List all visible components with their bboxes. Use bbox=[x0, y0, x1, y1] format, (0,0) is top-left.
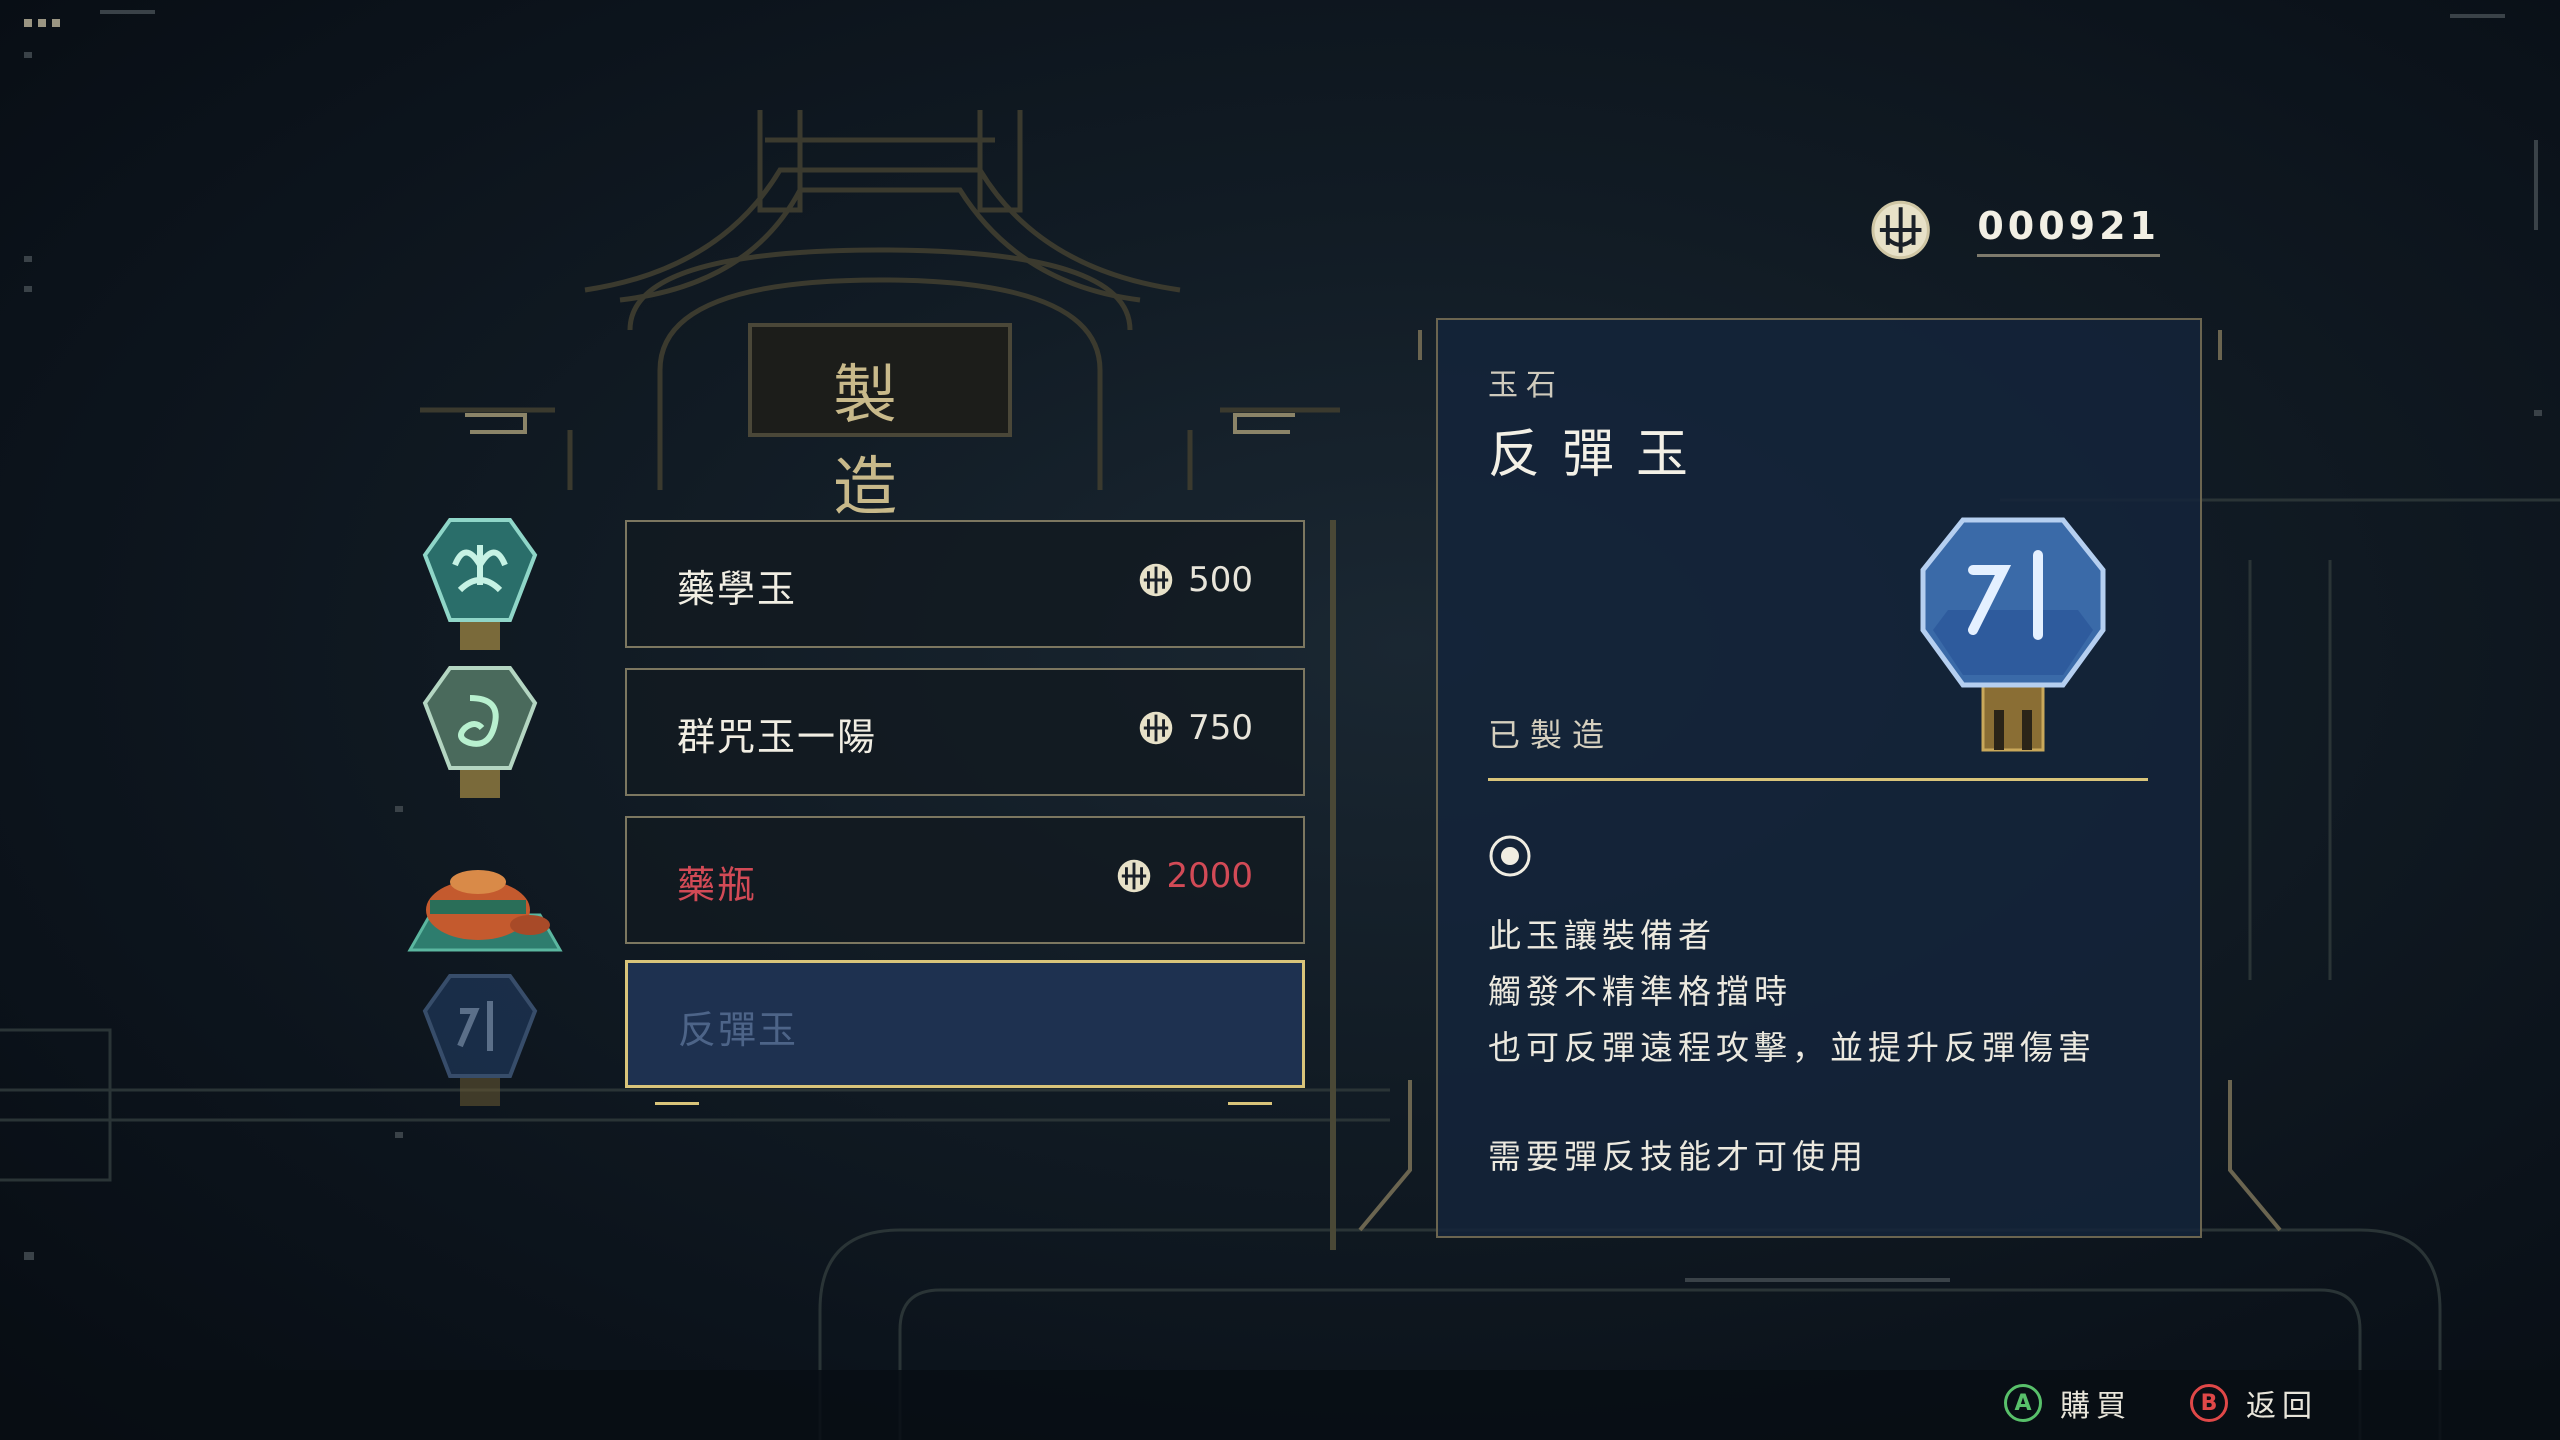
jade-coin-icon bbox=[1139, 563, 1173, 597]
item-price-value: 750 bbox=[1188, 708, 1253, 748]
list-item-selected[interactable]: 反彈玉 bbox=[625, 960, 1305, 1088]
item-price-value: 500 bbox=[1188, 560, 1253, 600]
jade-coin-icon bbox=[1871, 200, 1930, 260]
item-name: 反彈玉 bbox=[678, 1008, 799, 1052]
back-label: 返回 bbox=[2246, 1389, 2318, 1424]
footer-bar bbox=[0, 1370, 2560, 1440]
jade-medicine-icon bbox=[422, 518, 538, 650]
buy-label: 購買 bbox=[2060, 1389, 2132, 1424]
jade-swirl-icon bbox=[422, 666, 538, 798]
jade-reflect-icon bbox=[422, 974, 538, 1106]
list-item[interactable]: 群咒玉一陽 750 bbox=[625, 668, 1305, 796]
medicine-pot-icon bbox=[407, 870, 563, 952]
hud-indicator bbox=[24, 12, 144, 28]
item-name: 藥學玉 bbox=[677, 567, 798, 611]
b-button-icon: B bbox=[2190, 1384, 2228, 1422]
item-price: 750 bbox=[1138, 708, 1253, 748]
craft-item-list: 藥學玉 500 群咒玉一陽 750 藥瓶 2000 反彈玉 bbox=[407, 510, 1310, 1130]
selection-marker bbox=[655, 1102, 699, 1105]
currency-display: 000921 bbox=[1870, 192, 2160, 268]
jade-coin-icon bbox=[1139, 711, 1173, 745]
back-button[interactable]: B 返回 bbox=[2190, 1378, 2318, 1428]
item-name: 藥瓶 bbox=[677, 863, 758, 907]
list-scrollbar[interactable] bbox=[1330, 520, 1336, 1250]
item-price: 500 bbox=[1138, 560, 1253, 600]
selection-marker bbox=[1228, 1102, 1272, 1105]
jade-coin-icon bbox=[1118, 859, 1151, 893]
page-title: 製造 bbox=[833, 359, 947, 525]
panel-frame-decoration bbox=[1358, 330, 2282, 1232]
currency-amount: 000921 bbox=[1977, 204, 2160, 257]
buy-button[interactable]: A 購買 bbox=[2004, 1378, 2132, 1428]
a-button-icon: A bbox=[2004, 1384, 2042, 1422]
item-name: 群咒玉一陽 bbox=[677, 715, 878, 759]
item-price: 2000 bbox=[1116, 856, 1253, 896]
list-item[interactable]: 藥瓶 2000 bbox=[625, 816, 1305, 944]
item-price-value: 2000 bbox=[1166, 856, 1253, 896]
list-item[interactable]: 藥學玉 500 bbox=[625, 520, 1305, 648]
